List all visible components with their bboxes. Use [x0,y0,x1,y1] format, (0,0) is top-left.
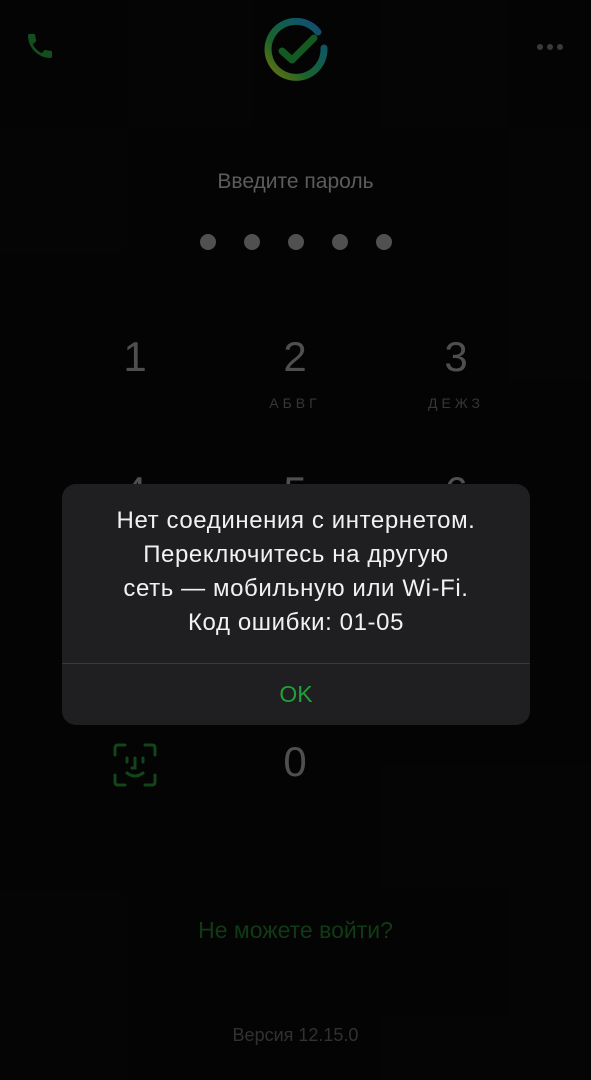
ok-button[interactable]: OK [62,664,530,725]
error-dialog: Нет соединения с интернетом. Переключите… [62,484,530,725]
dialog-message-line: Код ошибки: 01-05 [187,609,405,636]
dialog-message-line: Переключитесь на другую [143,541,449,568]
dialog-message-line: сеть — мобильную или Wi-Fi. [123,575,469,602]
dialog-message-line: Нет соединения с интернетом. [116,507,476,534]
login-screen: Введите пароль 1 2 АБВГ 3 ДЕЖЗ 4 5 6 0 [0,0,591,1080]
dialog-message: Нет соединения с интернетом. Переключите… [62,484,530,642]
